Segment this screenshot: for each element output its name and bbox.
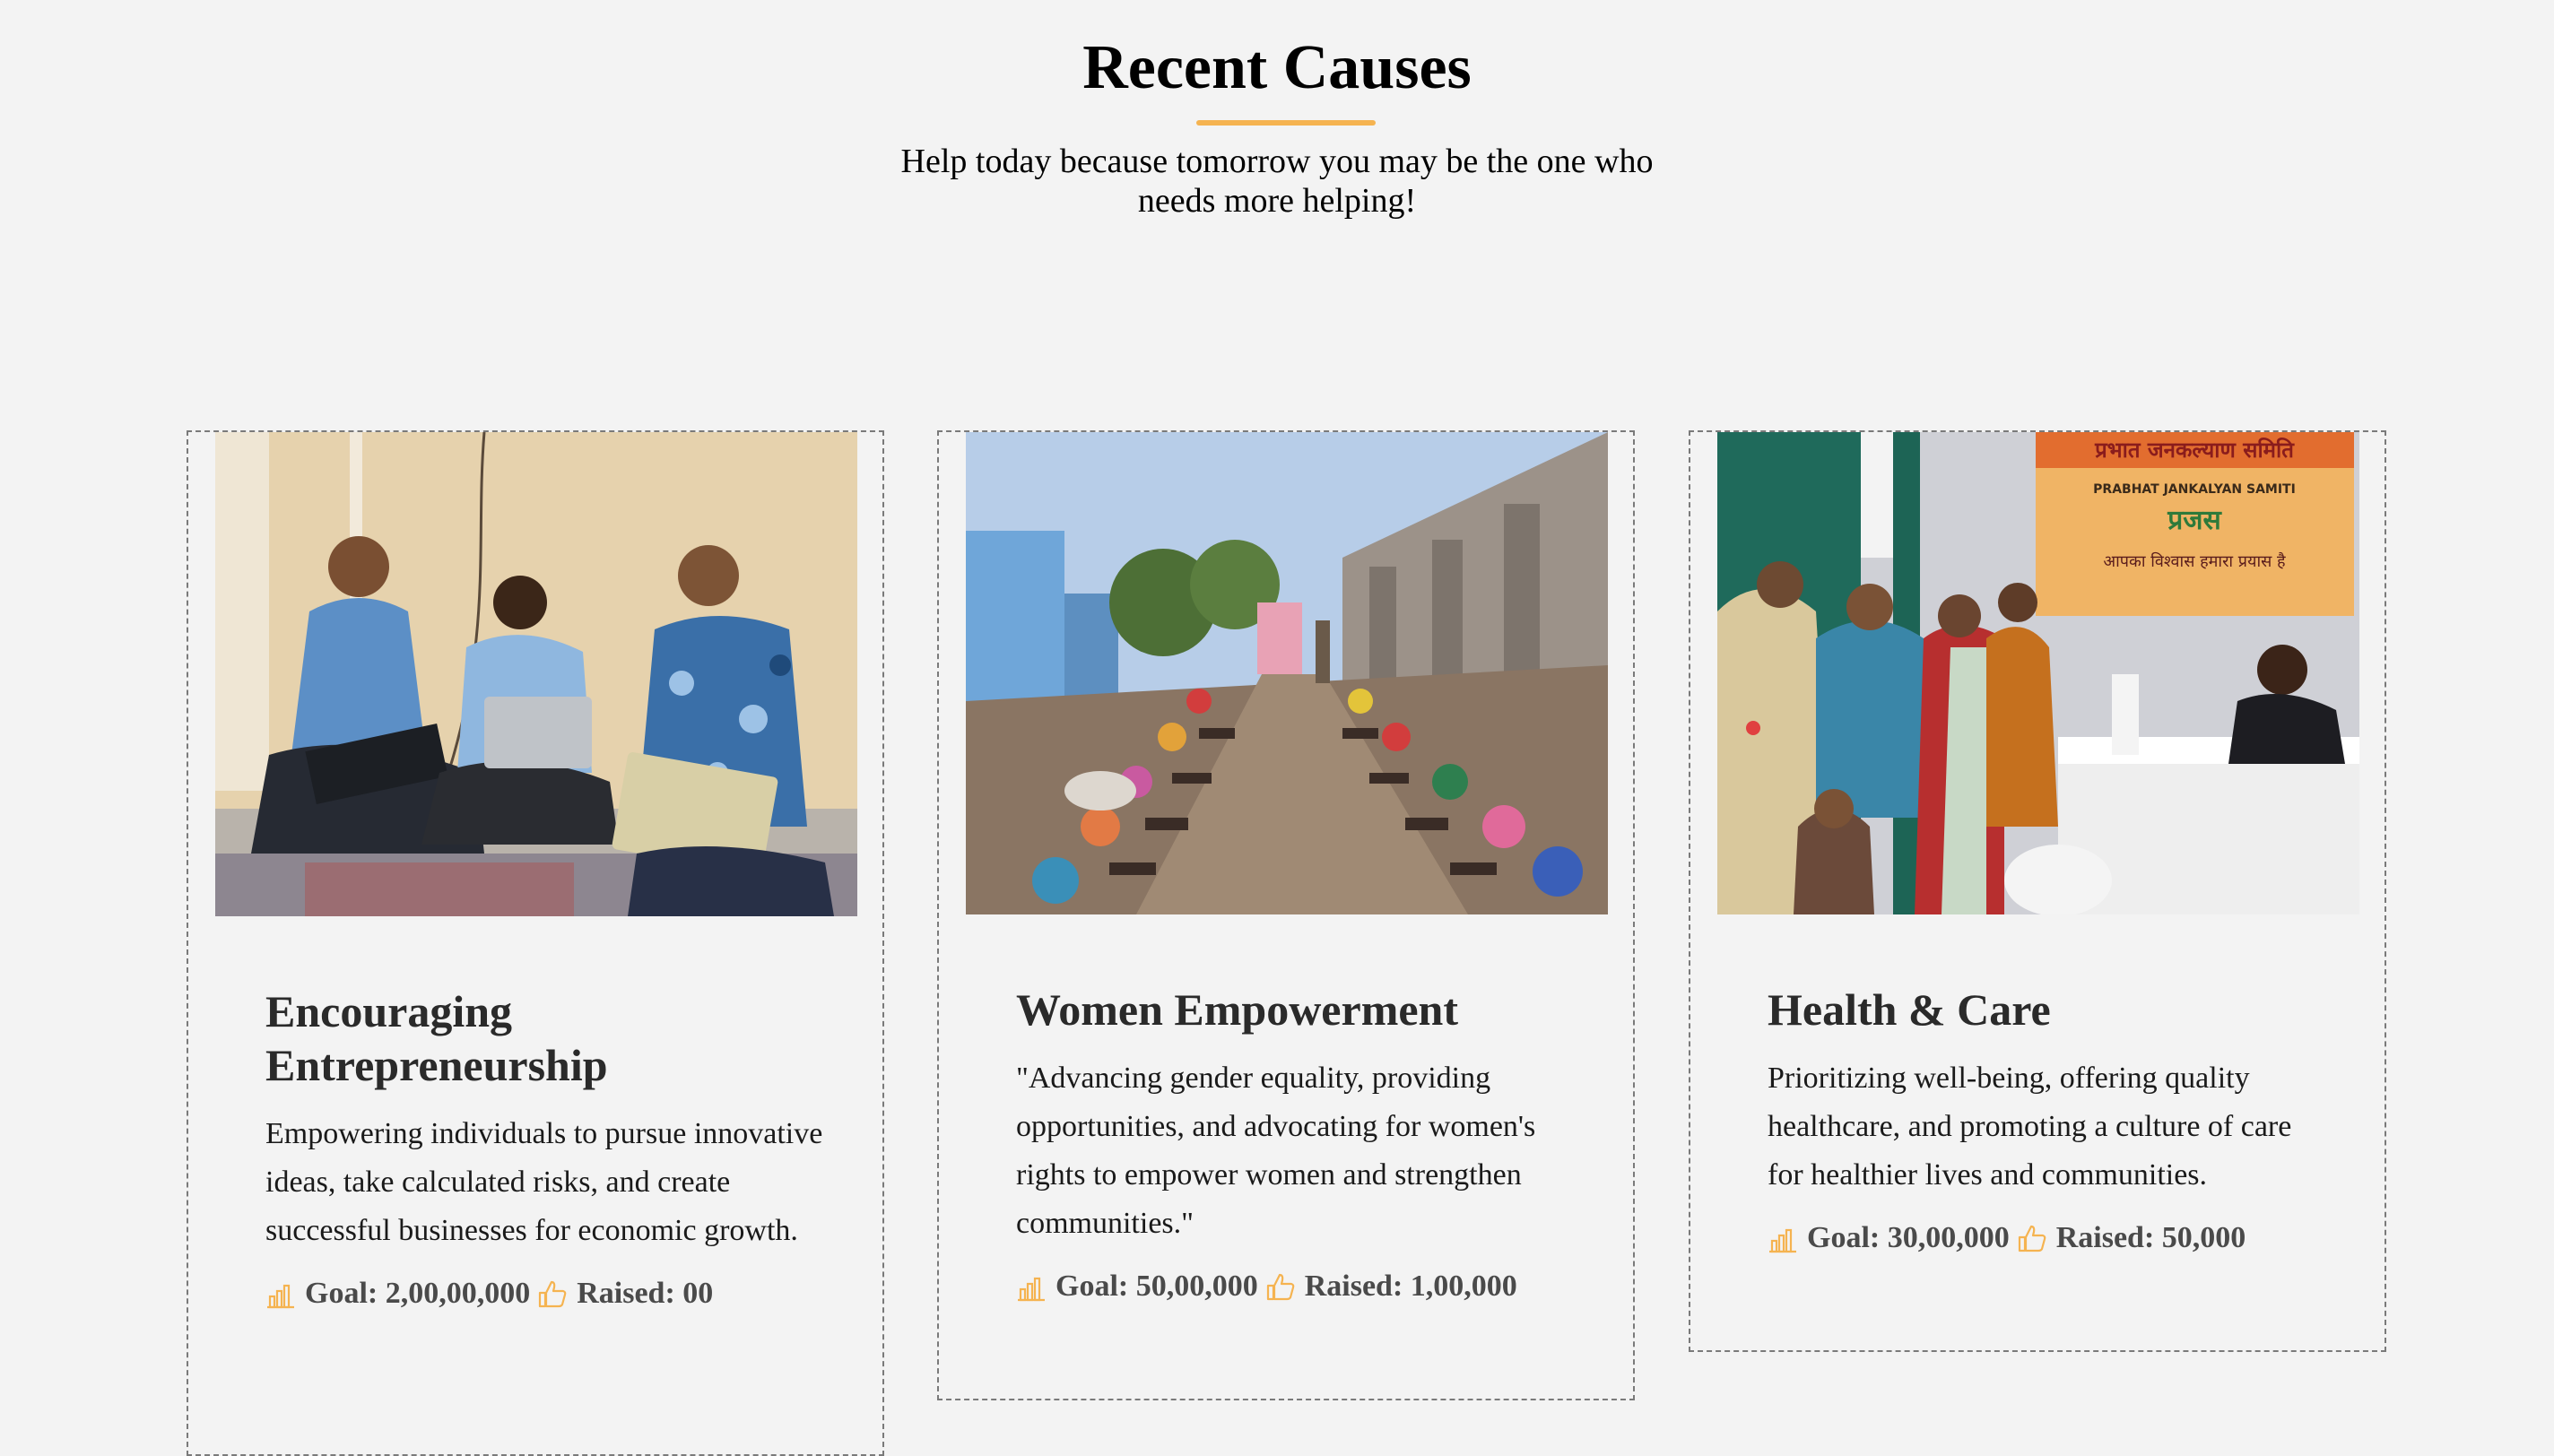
raised-amount: Raised: 00 bbox=[577, 1277, 714, 1310]
goal-amount: Goal: 2,00,00,000 bbox=[305, 1277, 531, 1310]
banner-english-title: PRABHAT JANKALYAN SAMITI bbox=[2093, 482, 2296, 497]
banner-hindi-title: प्रभात जनकल्याण समिति bbox=[2094, 438, 2295, 463]
banner-logo-text: प्रजस bbox=[2167, 505, 2222, 536]
thumbs-up-icon bbox=[1265, 1271, 1296, 1302]
thumbs-up-icon bbox=[2017, 1223, 2047, 1253]
cause-image-health-care[interactable]: प्रभात जनकल्याण समिति PRABHAT JANKALYAN … bbox=[1717, 432, 2359, 914]
cause-stats: Goal: 30,00,000 Raised: 50,000 bbox=[1768, 1221, 2331, 1255]
cause-title[interactable]: Women Empowerment bbox=[1016, 983, 1579, 1036]
cause-image-entrepreneurship[interactable] bbox=[215, 432, 857, 916]
cause-stats: Goal: 2,00,00,000 Raised: 00 bbox=[265, 1277, 829, 1311]
page-title: Recent Causes bbox=[1082, 33, 1472, 102]
card-body: Encouraging Entrepreneurship Empowering … bbox=[265, 984, 829, 1311]
banner-slogan: आपका विश्वास हमारा प्रयास है bbox=[2103, 551, 2286, 571]
cause-card-women-empowerment[interactable]: Women Empowerment "Advancing gender equa… bbox=[937, 430, 1635, 1400]
raised-amount: Raised: 50,000 bbox=[2055, 1221, 2246, 1254]
cause-title[interactable]: Health & Care bbox=[1768, 983, 2331, 1036]
card-body: Women Empowerment "Advancing gender equa… bbox=[1016, 983, 1579, 1304]
cause-stats: Goal: 50,00,000 Raised: 1,00,000 bbox=[1016, 1270, 1579, 1304]
cause-card-entrepreneurship[interactable]: Encouraging Entrepreneurship Empowering … bbox=[187, 430, 884, 1456]
bar-chart-icon bbox=[265, 1278, 296, 1309]
bar-chart-icon bbox=[1016, 1271, 1047, 1302]
section-subtitle: Help today because tomorrow you may be t… bbox=[900, 143, 1654, 220]
goal-amount: Goal: 30,00,000 bbox=[1807, 1221, 2010, 1254]
cause-description: Empowering individuals to pursue innovat… bbox=[265, 1117, 823, 1247]
goal-amount: Goal: 50,00,000 bbox=[1055, 1270, 1258, 1303]
cause-image-women-empowerment[interactable] bbox=[966, 432, 1608, 914]
cause-description: Prioritizing well-being, offering qualit… bbox=[1768, 1062, 2292, 1192]
cause-description: "Advancing gender equality, providing op… bbox=[1016, 1062, 1536, 1240]
title-underline bbox=[1196, 120, 1376, 126]
cause-title[interactable]: Encouraging Entrepreneurship bbox=[265, 984, 829, 1092]
card-body: Health & Care Prioritizing well-being, o… bbox=[1768, 983, 2331, 1255]
thumbs-up-icon bbox=[537, 1278, 568, 1309]
raised-amount: Raised: 1,00,000 bbox=[1304, 1270, 1517, 1303]
bar-chart-icon bbox=[1768, 1223, 1798, 1253]
cause-card-health-care[interactable]: प्रभात जनकल्याण समिति PRABHAT JANKALYAN … bbox=[1689, 430, 2386, 1352]
